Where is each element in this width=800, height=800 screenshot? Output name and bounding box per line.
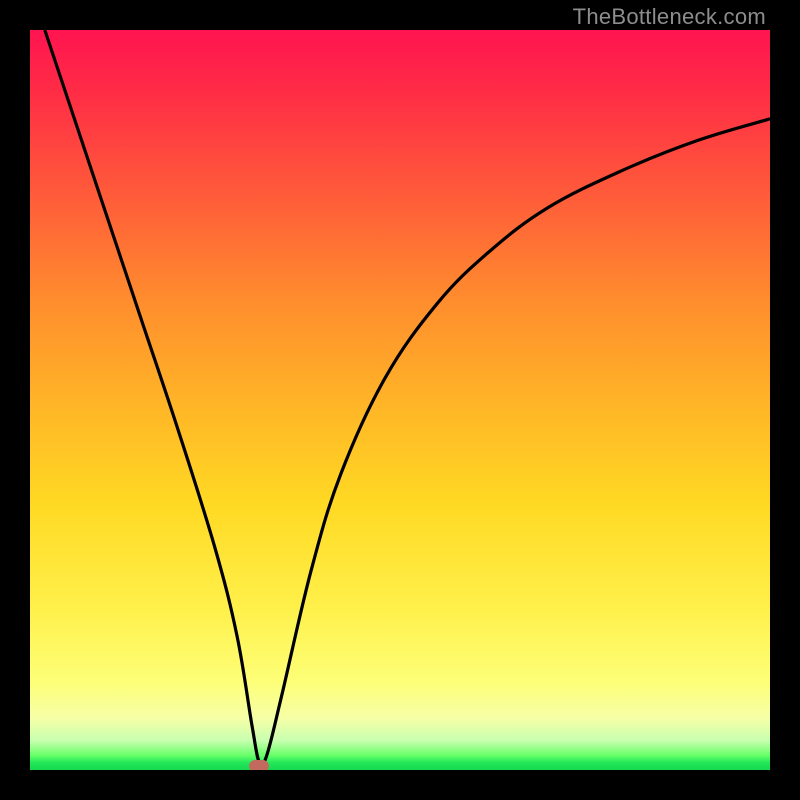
bottleneck-curve xyxy=(30,30,770,770)
chart-frame: TheBottleneck.com xyxy=(0,0,800,800)
min-marker xyxy=(249,760,269,770)
curve-path xyxy=(45,30,770,766)
plot-area xyxy=(30,30,770,770)
watermark-text: TheBottleneck.com xyxy=(573,4,766,30)
